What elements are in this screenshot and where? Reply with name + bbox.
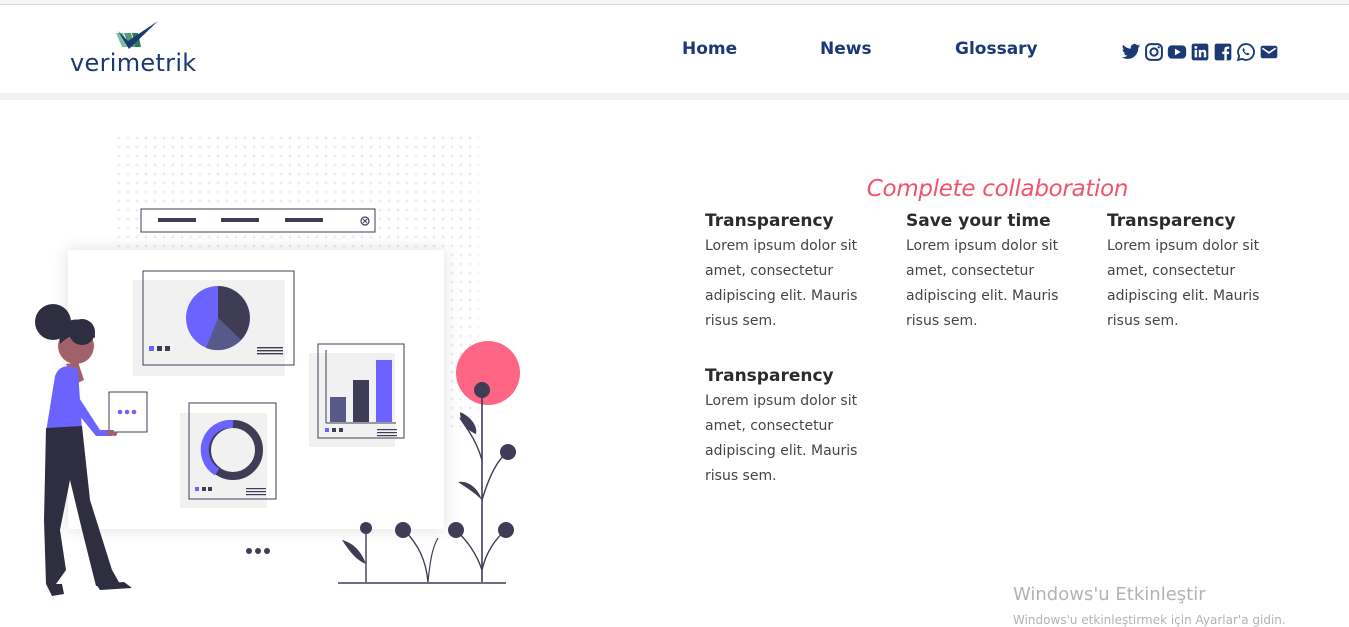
header-divider [0, 93, 1349, 100]
feature-text: Lorem ipsum dolor sit amet, consectetur … [705, 238, 858, 329]
feature-title: Save your time [906, 211, 1051, 231]
site-header: verimetrik Home News Glossary [0, 5, 1349, 93]
twitter-icon[interactable] [1121, 42, 1141, 62]
nav-news[interactable]: News [820, 39, 872, 59]
logo-link[interactable]: verimetrik [70, 19, 210, 79]
watermark-subtitle: Windows'u etkinleştirmek için Ayarlar'a … [1013, 613, 1286, 627]
feature-text: Lorem ipsum dolor sit amet, consectetur … [705, 393, 858, 484]
feature-card-transparency-3: Transparency Lorem ipsum dolor sit amet,… [705, 364, 890, 489]
feature-card-transparency-2: Transparency Lorem ipsum dolor sit amet,… [1107, 209, 1292, 334]
social-links [1121, 42, 1279, 62]
nav-home[interactable]: Home [682, 39, 737, 59]
instagram-icon[interactable] [1144, 42, 1164, 62]
youtube-icon[interactable] [1167, 42, 1187, 62]
nav-glossary[interactable]: Glossary [955, 39, 1038, 59]
feature-title: Transparency [705, 366, 834, 386]
mail-icon[interactable] [1259, 42, 1279, 62]
feature-title: Transparency [705, 211, 834, 231]
dashboard-illustration [35, 132, 520, 596]
feature-card-transparency: Transparency Lorem ipsum dolor sit amet,… [705, 209, 890, 334]
windows-activation-watermark: Windows'u Etkinleştir Windows'u etkinleş… [1013, 584, 1286, 627]
facebook-icon[interactable] [1213, 42, 1233, 62]
whatsapp-icon[interactable] [1236, 42, 1256, 62]
feature-text: Lorem ipsum dolor sit amet, consectetur … [906, 238, 1059, 329]
logo-text: verimetrik [70, 49, 197, 77]
feature-text: Lorem ipsum dolor sit amet, consectetur … [1107, 238, 1260, 329]
watermark-title: Windows'u Etkinleştir [1013, 584, 1206, 605]
linkedin-icon[interactable] [1190, 42, 1210, 62]
section-title: Complete collaboration [866, 176, 1129, 203]
feature-card-save-time: Save your time Lorem ipsum dolor sit ame… [906, 209, 1091, 334]
logo-checkmark-icon [116, 21, 158, 49]
feature-title: Transparency [1107, 211, 1236, 231]
